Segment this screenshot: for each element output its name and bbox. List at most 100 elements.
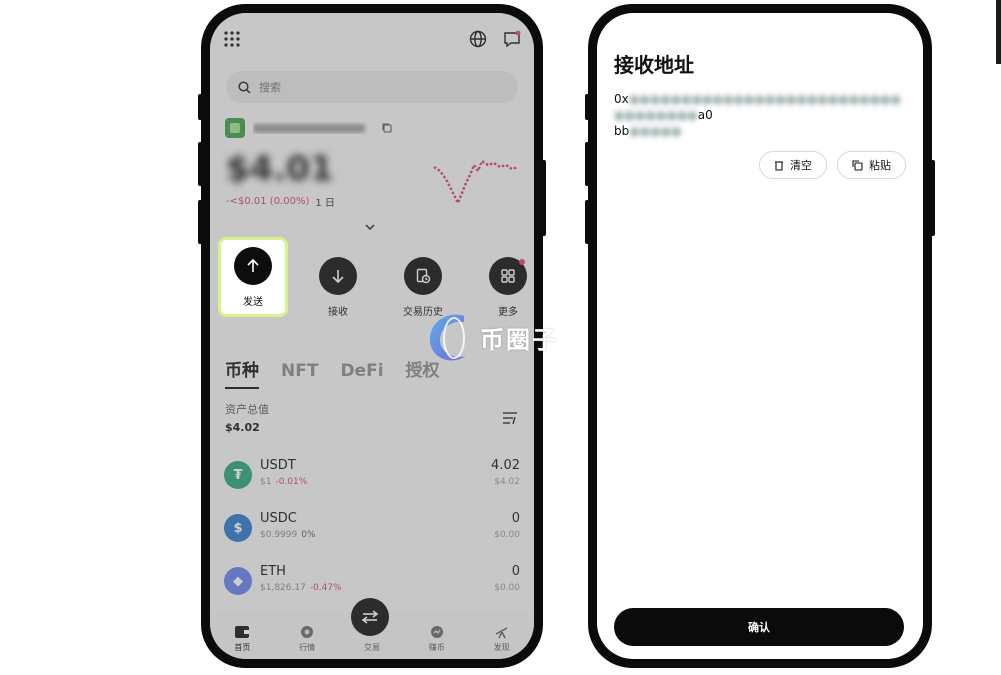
stage: $4.01 -<$0.01 (0.00%) 1 日 发送 <box>0 0 1001 675</box>
right-phone: 接收地址 0x●●●●●●●●●●●●●●●●●●●●●●●●●●●●●●●●●… <box>585 4 935 668</box>
token-price: $1 <box>260 477 272 487</box>
search-input[interactable] <box>259 80 479 94</box>
usdt-logo-icon: ₮ <box>224 461 252 489</box>
tab-discover[interactable]: 发现 <box>477 625 527 653</box>
paste-button[interactable]: 粘贴 <box>837 151 906 179</box>
side-button <box>585 200 589 244</box>
paste-label: 粘贴 <box>869 159 891 172</box>
token-change: -0.47% <box>309 583 342 593</box>
copy-icon <box>852 159 863 171</box>
usdc-logo-icon: $ <box>224 514 252 542</box>
top-bar <box>210 13 534 73</box>
tab-market-label: 行情 <box>299 643 316 652</box>
receive-address-screen: 接收地址 0x●●●●●●●●●●●●●●●●●●●●●●●●●●●●●●●●●… <box>597 13 923 659</box>
telescope-icon <box>495 627 507 639</box>
tab-market[interactable]: 行情 <box>282 625 332 653</box>
token-amount: 0 <box>511 564 520 579</box>
message-icon[interactable] <box>502 29 522 49</box>
notification-dot <box>519 259 525 265</box>
receive-button[interactable] <box>319 257 357 295</box>
apps-grid-icon[interactable] <box>223 30 241 48</box>
search-icon <box>238 80 251 94</box>
swap-icon <box>361 610 379 624</box>
confirm-button[interactable]: 确认 <box>614 608 904 646</box>
filter-icon[interactable] <box>502 411 518 425</box>
balance-change-value: -<$0.01 (0.00%) <box>226 196 310 207</box>
balance-change-period: 1 日 <box>315 198 335 209</box>
token-change: -0.01% <box>275 477 308 487</box>
send-action[interactable]: 发送 <box>218 237 288 317</box>
watermark-logo-icon <box>429 314 466 361</box>
token-price: $1,826.17 <box>260 583 306 593</box>
chevron-down-icon[interactable] <box>365 223 375 231</box>
clear-button[interactable]: 清空 <box>759 151 827 179</box>
token-price-row: $1,826.17 -0.47% <box>260 583 342 593</box>
token-name: USDC <box>260 511 297 526</box>
balance-change: -<$0.01 (0.00%) 1 日 <box>226 194 335 209</box>
edge-bar <box>996 0 1001 64</box>
arrow-up-icon <box>247 258 259 272</box>
trash-icon <box>775 160 783 171</box>
balance-sparkline <box>433 159 519 206</box>
token-usd: $0.00 <box>494 583 520 593</box>
token-change: 0% <box>301 530 316 540</box>
power-button <box>931 160 935 236</box>
tab-tokens[interactable]: 币种 <box>225 356 259 389</box>
token-usd: $4.02 <box>494 477 520 487</box>
more-button[interactable] <box>489 257 527 295</box>
tab-nft[interactable]: NFT <box>281 361 318 389</box>
side-button <box>198 142 202 186</box>
copy-icon[interactable] <box>381 122 393 134</box>
token-row-eth[interactable]: ◆ ETH $1,826.17 -0.47% 0 $0.00 <box>224 562 520 602</box>
token-row-usdt[interactable]: ₮ USDT $1 -0.01% 4.02 $4.02 <box>224 456 520 496</box>
tab-trade-label: 交易 <box>363 643 380 652</box>
clear-label: 清空 <box>790 159 812 172</box>
total-assets: 资产总值 $4.02 <box>225 401 269 434</box>
wallet-avatar <box>225 118 245 138</box>
tab-discover-label: 发现 <box>493 643 510 652</box>
watermark: 币圈子 <box>424 308 558 366</box>
balance-amount: $4.01 <box>226 149 334 189</box>
address-suffix: a0 <box>697 108 713 122</box>
wallet-selector[interactable] <box>225 118 393 138</box>
tab-home-label: 首页 <box>234 643 251 652</box>
send-label: 发送 <box>243 296 263 308</box>
power-button <box>542 160 546 236</box>
side-button <box>198 94 202 120</box>
token-price-row: $0.9999 0% <box>260 530 316 540</box>
arrow-down-icon <box>332 270 344 284</box>
earn-icon <box>430 626 443 638</box>
address-redacted-2: ●●●●● <box>629 124 682 138</box>
token-price: $0.9999 <box>260 530 298 540</box>
receive-label: 接收 <box>328 307 348 318</box>
wallet-name-redacted <box>253 124 365 133</box>
tab-earn-label: 赚币 <box>428 643 445 652</box>
token-amount: 4.02 <box>491 458 520 473</box>
receive-action[interactable]: 接收 <box>305 257 371 318</box>
token-price-row: $1 -0.01% <box>260 477 307 487</box>
watermark-text: 币圈子 <box>480 325 558 354</box>
token-row-usdc[interactable]: $ USDC $0.9999 0% 0 $0.00 <box>224 509 520 549</box>
token-amount: 0 <box>511 511 520 526</box>
address-redacted: ●●●●●●●●●●●●●●●●●●●●●●●●●●●●●●●●●● <box>614 92 901 122</box>
tab-defi[interactable]: DeFi <box>340 361 383 389</box>
market-icon <box>301 626 314 638</box>
side-button <box>198 200 202 244</box>
tab-earn[interactable]: 赚币 <box>412 625 462 653</box>
trade-fab-button[interactable] <box>351 598 389 636</box>
token-usd: $0.00 <box>494 530 520 540</box>
globe-icon[interactable] <box>468 29 488 49</box>
history-button[interactable] <box>404 257 442 295</box>
address-prefix: 0x <box>614 92 629 106</box>
total-assets-value: $4.02 <box>225 421 260 434</box>
token-name: USDT <box>260 458 296 473</box>
side-button <box>585 142 589 186</box>
tab-home[interactable]: 首页 <box>217 625 267 653</box>
history-icon <box>416 268 431 284</box>
search-bar[interactable] <box>226 71 518 103</box>
send-button[interactable] <box>234 246 272 285</box>
total-assets-title: 资产总值 <box>225 403 269 416</box>
address-field[interactable]: 0x●●●●●●●●●●●●●●●●●●●●●●●●●●●●●●●●●●a0 b… <box>614 91 904 139</box>
grid-icon <box>501 269 515 283</box>
token-name: ETH <box>260 564 286 579</box>
